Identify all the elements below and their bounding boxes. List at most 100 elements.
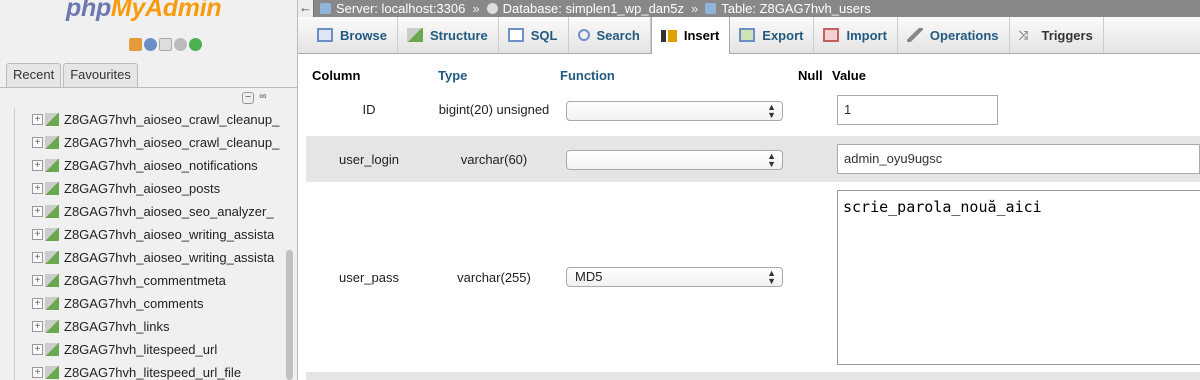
favourites-tab[interactable]: Favourites: [63, 63, 138, 87]
docs-icon[interactable]: [159, 38, 172, 51]
sidebar-table-label: Z8GAG7hvh_litespeed_url: [64, 342, 218, 357]
table-structure-icon[interactable]: [45, 228, 59, 241]
sidebar-table-label: Z8GAG7hvh_aioseo_crawl_cleanup_: [64, 112, 280, 127]
expand-icon[interactable]: +: [32, 344, 43, 355]
tab-search[interactable]: Search: [569, 17, 651, 53]
table-structure-icon[interactable]: [45, 182, 59, 195]
expand-icon[interactable]: +: [32, 298, 43, 309]
tab-structure[interactable]: Structure: [398, 17, 499, 53]
table-structure-icon[interactable]: [45, 366, 59, 379]
expand-icon[interactable]: +: [32, 206, 43, 217]
sidebar-table-item[interactable]: + Z8GAG7hvh_aioseo_seo_analyzer_: [14, 200, 297, 223]
table-row: ID bigint(20) unsigned ▲ ▼ 1: [306, 86, 1200, 134]
settings-icon[interactable]: [174, 38, 187, 51]
export-icon: [739, 28, 756, 42]
browse-icon: [317, 28, 333, 42]
expand-icon[interactable]: +: [32, 137, 43, 148]
table-structure-icon[interactable]: [45, 274, 59, 287]
phpmyadmin-logo[interactable]: phpMyAdmin: [66, 0, 222, 23]
home-icon[interactable]: [129, 38, 142, 51]
tab-browse[interactable]: Browse: [308, 17, 398, 53]
function-select[interactable]: MD5 ▲ ▼: [566, 267, 783, 287]
expand-icon[interactable]: +: [32, 321, 43, 332]
tab-insert[interactable]: Insert: [650, 17, 731, 54]
sidebar-table-label: Z8GAG7hvh_comments: [64, 296, 204, 311]
structure-icon: [406, 28, 423, 42]
column-name: user_pass: [339, 270, 399, 285]
tab-export[interactable]: Export: [730, 17, 815, 53]
table-structure-icon[interactable]: [45, 297, 59, 310]
function-select[interactable]: ▲ ▼: [566, 150, 783, 170]
tab-sql[interactable]: SQL: [499, 17, 569, 53]
column-type: bigint(20) unsigned: [438, 102, 550, 117]
expand-icon[interactable]: +: [32, 183, 43, 194]
header-value: Value: [832, 68, 866, 83]
sidebar-table-item[interactable]: + Z8GAG7hvh_aioseo_crawl_cleanup_: [14, 131, 297, 154]
table-icon: [705, 3, 717, 14]
sidebar-table-item[interactable]: + Z8GAG7hvh_litespeed_url_file: [14, 361, 297, 380]
sidebar-table-label: Z8GAG7hvh_aioseo_crawl_cleanup_: [64, 135, 280, 150]
wrench-icon: [906, 28, 923, 42]
table-structure-icon[interactable]: [45, 136, 59, 149]
breadcrumb-table[interactable]: Table: Z8GAG7hvh_users: [721, 1, 871, 16]
expand-icon[interactable]: +: [32, 252, 43, 263]
link-with-main-icon[interactable]: ∞: [257, 92, 269, 104]
sidebar-table-item[interactable]: + Z8GAG7hvh_comments: [14, 292, 297, 315]
function-select[interactable]: ▲ ▼: [566, 101, 783, 121]
header-type[interactable]: Type: [438, 68, 467, 83]
column-type: varchar(255): [457, 270, 531, 285]
sidebar-table-label: Z8GAG7hvh_aioseo_writing_assista: [64, 227, 275, 242]
sidebar-table-item[interactable]: + Z8GAG7hvh_aioseo_crawl_cleanup_: [14, 108, 297, 131]
sidebar-table-item[interactable]: + Z8GAG7hvh_links: [14, 315, 297, 338]
table-structure-icon[interactable]: [45, 320, 59, 333]
sidebar-table-label: Z8GAG7hvh_litespeed_url_file: [64, 365, 242, 380]
table-row: user_pass varchar(255) MD5 ▲ ▼ scrie_parol…: [306, 184, 1200, 372]
select-arrows-icon: ▲ ▼: [767, 151, 776, 169]
sidebar-table-item[interactable]: + Z8GAG7hvh_aioseo_writing_assista: [14, 246, 297, 269]
tab-operations[interactable]: Operations: [898, 17, 1010, 53]
collapse-all-icon[interactable]: −: [242, 92, 254, 104]
sidebar-table-label: Z8GAG7hvh_aioseo_posts: [64, 181, 221, 196]
expand-icon[interactable]: +: [32, 275, 43, 286]
sidebar-table-item[interactable]: + Z8GAG7hvh_aioseo_posts: [14, 177, 297, 200]
table-structure-icon[interactable]: [45, 251, 59, 264]
tab-import[interactable]: Import: [814, 17, 898, 53]
value-input[interactable]: admin_oyu9ugsc: [837, 144, 1200, 174]
header-null: Null: [798, 68, 823, 83]
expand-icon[interactable]: +: [32, 160, 43, 171]
triggers-icon: ⤨: [1018, 28, 1029, 42]
table-structure-icon[interactable]: [45, 159, 59, 172]
expand-icon[interactable]: +: [32, 229, 43, 240]
value-input[interactable]: 1: [837, 95, 998, 125]
table-structure-icon[interactable]: [45, 343, 59, 356]
import-icon: [823, 28, 840, 42]
main-tabs: Browse Structure SQL Search Insert Expor…: [298, 17, 1200, 54]
sidebar-table-item[interactable]: + Z8GAG7hvh_commentmeta: [14, 269, 297, 292]
back-arrow-icon[interactable]: ←: [298, 0, 314, 17]
sidebar-scrollbar[interactable]: [286, 250, 293, 380]
reload-icon[interactable]: [189, 38, 202, 51]
sidebar-table-item[interactable]: + Z8GAG7hvh_aioseo_notifications: [14, 154, 297, 177]
sidebar-table-item[interactable]: + Z8GAG7hvh_litespeed_url: [14, 338, 297, 361]
column-type: varchar(60): [460, 152, 528, 167]
breadcrumb-server[interactable]: Server: localhost:3306: [336, 1, 465, 16]
expand-icon[interactable]: +: [32, 367, 43, 378]
logout-icon[interactable]: [144, 38, 157, 51]
quick-links: [129, 38, 202, 51]
table-structure-icon[interactable]: [45, 113, 59, 126]
sidebar-table-item[interactable]: + Z8GAG7hvh_aioseo_writing_assista: [14, 223, 297, 246]
sidebar-table-label: Z8GAG7hvh_aioseo_seo_analyzer_: [64, 204, 274, 219]
value-textarea[interactable]: scrie_parola_nouă_aici: [837, 190, 1200, 365]
breadcrumb-database[interactable]: Database: simplen1_wp_dan5z: [503, 1, 684, 16]
column-name: ID: [362, 102, 376, 117]
recent-tab[interactable]: Recent: [6, 63, 62, 87]
table-structure-icon[interactable]: [45, 205, 59, 218]
expand-icon[interactable]: +: [32, 114, 43, 125]
header-function[interactable]: Function: [560, 68, 615, 83]
tab-triggers[interactable]: ⤨ Triggers: [1010, 17, 1104, 53]
sidebar-table-label: Z8GAG7hvh_aioseo_notifications: [64, 158, 258, 173]
server-icon: [320, 3, 331, 14]
navigation-panel: phpMyAdmin Recent Favourites − ∞ + Z8GAG7…: [0, 0, 298, 380]
sidebar-table-label: Z8GAG7hvh_links: [64, 319, 170, 334]
column-name: user_login: [339, 152, 399, 167]
